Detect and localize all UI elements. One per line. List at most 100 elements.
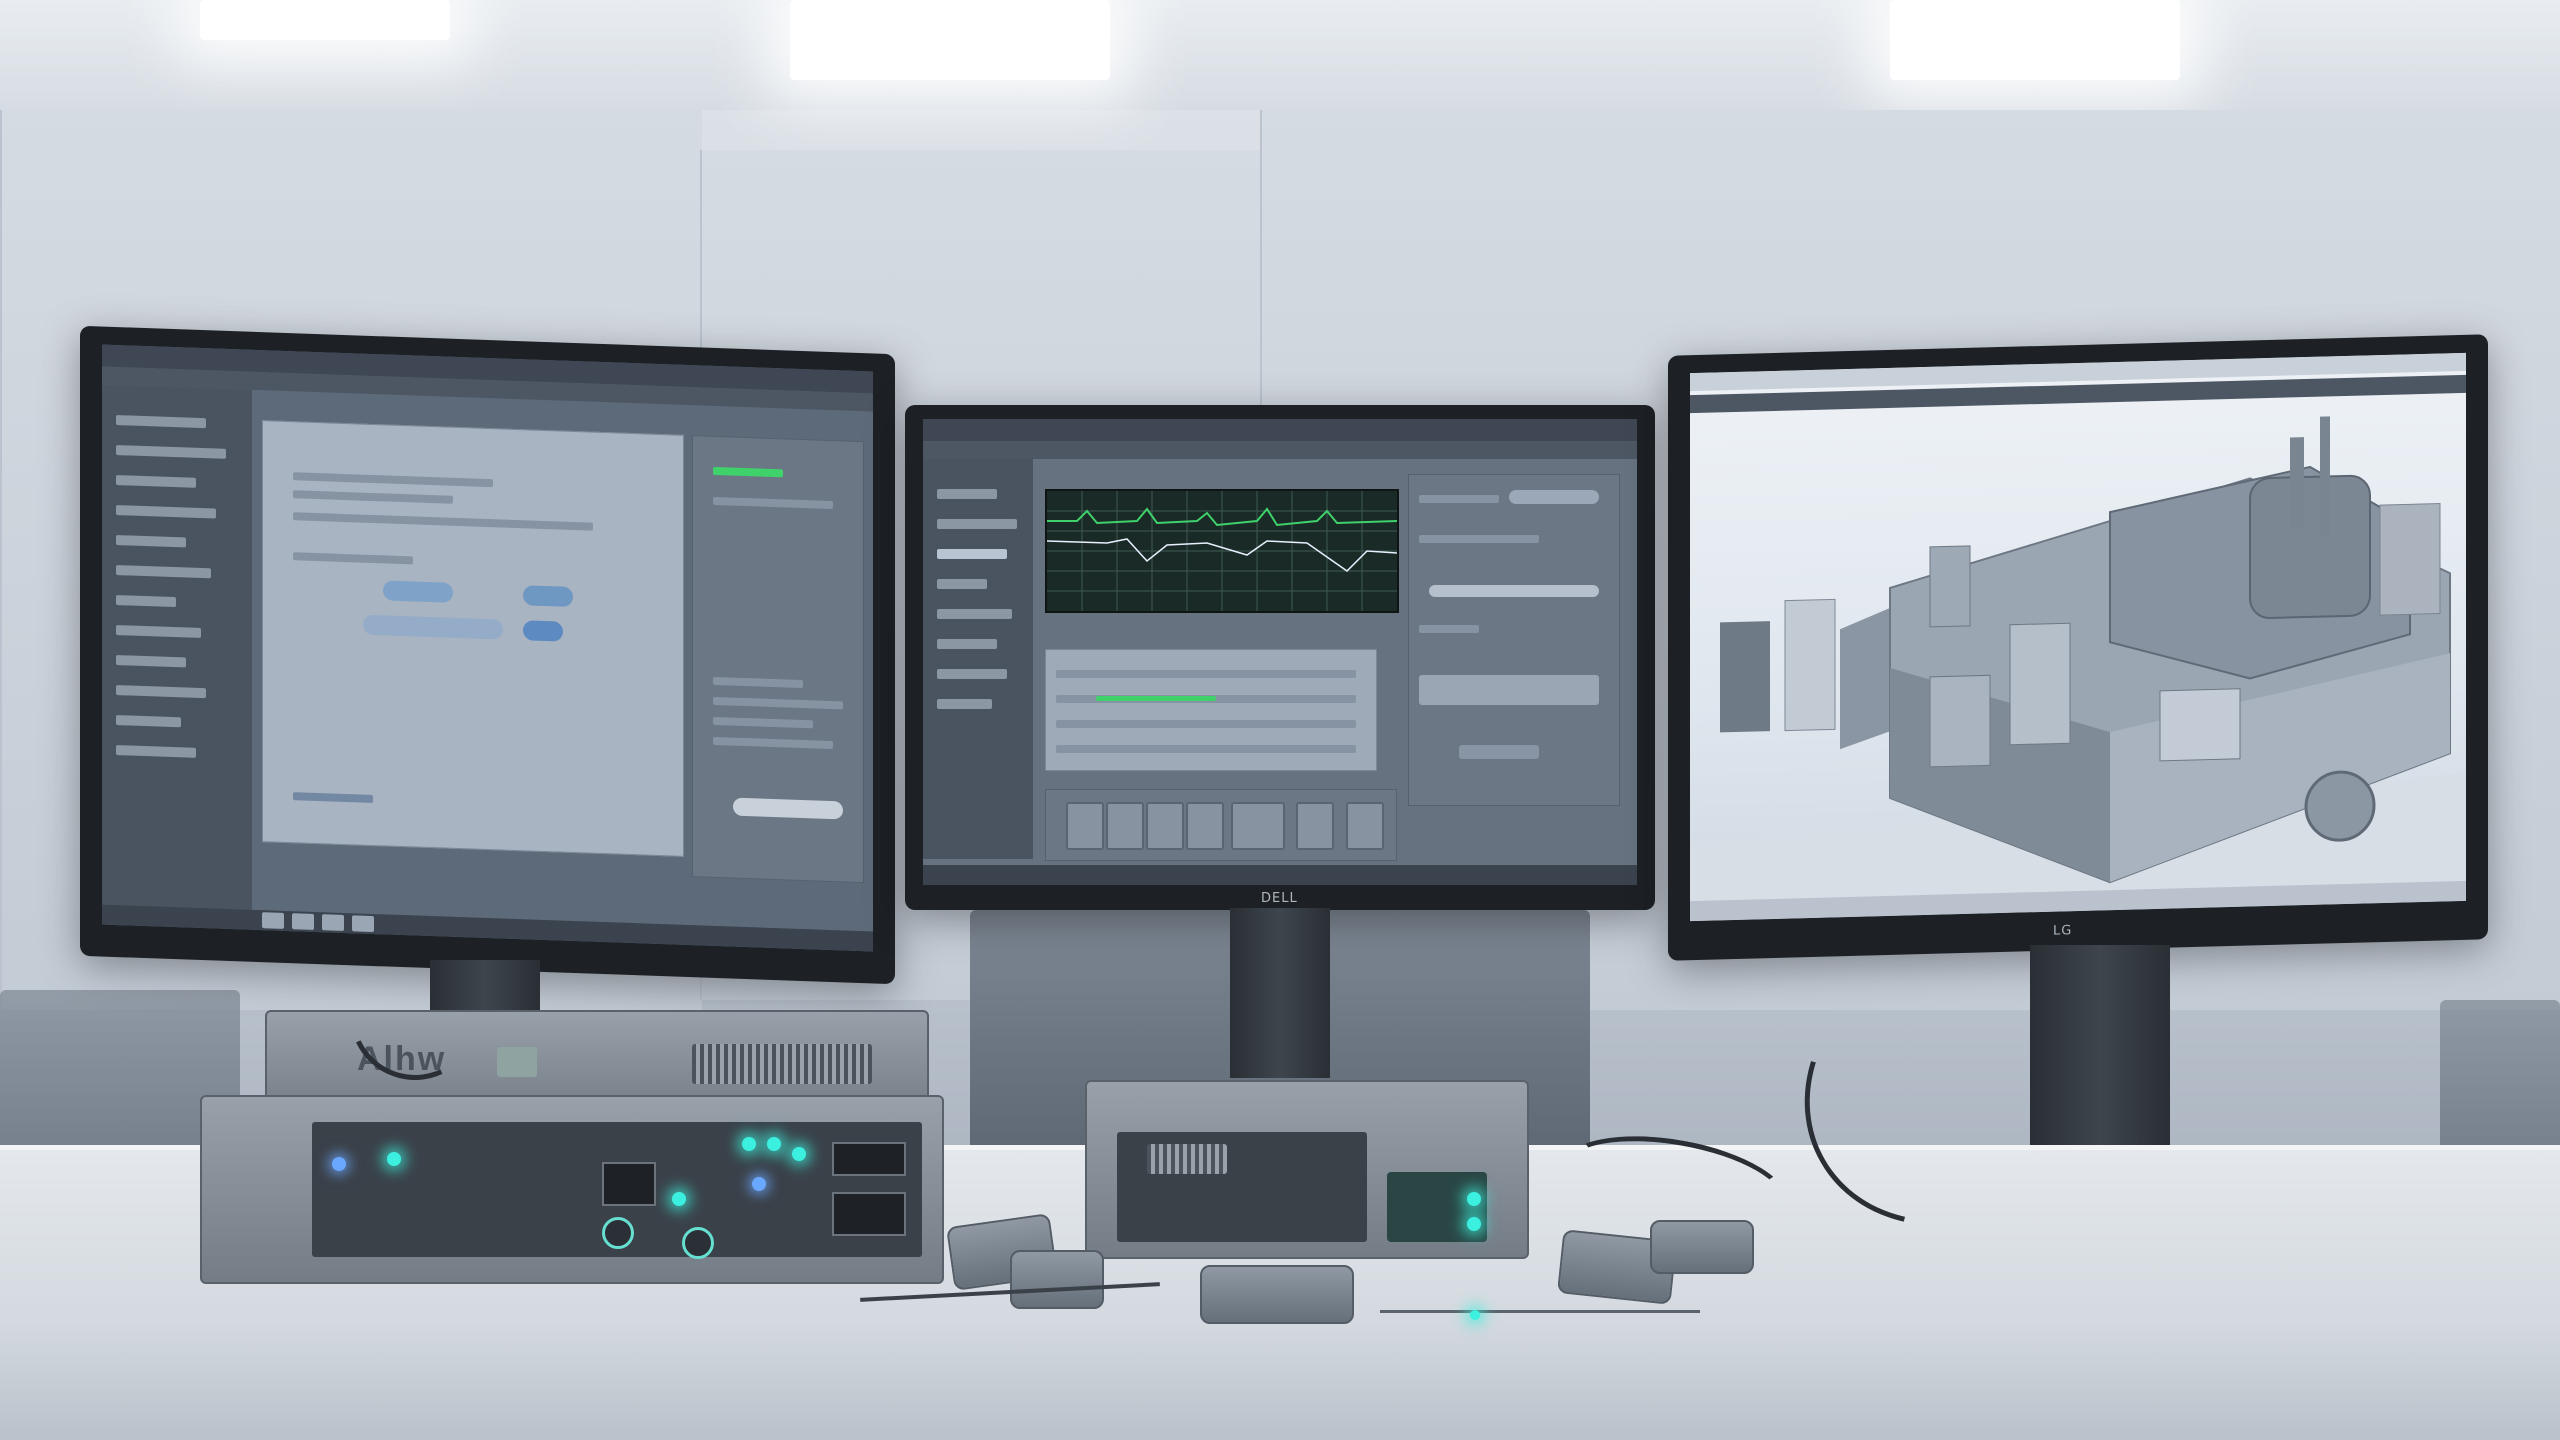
- text-line: [713, 716, 813, 729]
- monitor-right-screen: [1690, 352, 2466, 922]
- taskbar: [923, 865, 1637, 885]
- cable-wire: [1380, 1310, 1700, 1313]
- title-bar: [102, 344, 873, 394]
- ceiling-light-left: [200, 0, 450, 40]
- status-led: [742, 1137, 756, 1151]
- sidebar-item[interactable]: [116, 505, 216, 519]
- text-line: [1419, 535, 1539, 543]
- status-led: [767, 1137, 781, 1151]
- sidebar-item[interactable]: [116, 445, 226, 459]
- monitor-right: LG: [1668, 334, 2488, 961]
- sidebar-item[interactable]: [116, 535, 186, 548]
- text-line: [293, 490, 453, 504]
- vent-grille: [1147, 1144, 1227, 1174]
- taskbar-icon[interactable]: [352, 915, 374, 933]
- sidebar-item[interactable]: [116, 415, 206, 429]
- status-led: [752, 1177, 766, 1191]
- waveform-chart: [1046, 491, 1398, 611]
- sidebar-item[interactable]: [937, 669, 1007, 679]
- sidebar-item[interactable]: [116, 715, 181, 728]
- track-row: [1056, 720, 1356, 728]
- bezel-logo: DELL: [1261, 891, 1298, 906]
- vent-grille: [692, 1044, 872, 1084]
- sidebar-item[interactable]: [937, 549, 1007, 559]
- sidebar: [102, 384, 252, 910]
- text-line: [713, 696, 843, 710]
- progress-indicator: [713, 466, 783, 478]
- status-window: [497, 1047, 537, 1077]
- text-line: [1419, 495, 1499, 503]
- title-bar: [923, 419, 1637, 459]
- setting-field[interactable]: [1419, 675, 1599, 705]
- thumbnail[interactable]: [1146, 802, 1184, 850]
- cad-3d-model-view: [1690, 416, 2466, 914]
- form-button[interactable]: [523, 620, 563, 642]
- background-cabinet: [2440, 1000, 2560, 1160]
- sidebar: [923, 459, 1033, 859]
- panel-button[interactable]: [1459, 745, 1539, 759]
- status-led: [672, 1192, 686, 1206]
- electronic-component: [1650, 1220, 1754, 1274]
- status-led: [332, 1157, 346, 1171]
- thumbnail-strip: [1045, 789, 1397, 861]
- text-line: [293, 792, 373, 804]
- thumbnail[interactable]: [1296, 802, 1334, 850]
- lab-scene: DELL LG Alhw: [0, 0, 2560, 1440]
- sidebar-item[interactable]: [937, 519, 1017, 529]
- taskbar-icon[interactable]: [262, 912, 284, 929]
- control-knob[interactable]: [602, 1217, 634, 1249]
- monitor-center-screen: [923, 419, 1637, 885]
- taskbar-icon[interactable]: [292, 913, 314, 930]
- text-line: [293, 512, 593, 531]
- slider[interactable]: [1429, 585, 1599, 597]
- panel-button[interactable]: [733, 797, 843, 820]
- monitor-center: DELL: [905, 405, 1655, 910]
- bezel-logo: LG: [2053, 923, 2073, 939]
- thumbnail[interactable]: [1066, 802, 1104, 850]
- control-knob[interactable]: [682, 1227, 714, 1259]
- monitor-left-screen: [102, 344, 873, 952]
- electronic-component: [1200, 1265, 1354, 1324]
- ceiling-light-center: [790, 0, 1110, 80]
- document-pane: [262, 420, 684, 857]
- thumbnail[interactable]: [1106, 802, 1144, 850]
- monitor-left: [80, 325, 895, 985]
- status-led: [1467, 1192, 1481, 1206]
- taskbar-icon[interactable]: [322, 914, 344, 931]
- thumbnail[interactable]: [1231, 802, 1285, 850]
- timeline-pane: [1045, 649, 1377, 771]
- text-line: [293, 472, 493, 488]
- track-row: [1056, 670, 1356, 678]
- taskbar: [102, 904, 873, 952]
- sidebar-item[interactable]: [116, 475, 196, 488]
- settings-panel: [1408, 474, 1620, 806]
- monitor-center-stand: [1230, 908, 1330, 1078]
- inspector-panel: [692, 435, 864, 884]
- sidebar-item[interactable]: [937, 489, 997, 499]
- sidebar-item[interactable]: [116, 655, 186, 668]
- sidebar-item[interactable]: [116, 685, 206, 699]
- sidebar-item[interactable]: [937, 639, 997, 649]
- sidebar-item[interactable]: [116, 625, 201, 638]
- oscilloscope-display: [1045, 489, 1399, 613]
- form-button[interactable]: [383, 580, 453, 603]
- ceiling-light-right: [1890, 0, 2180, 80]
- sidebar-item[interactable]: [937, 609, 1012, 619]
- form-field[interactable]: [363, 614, 503, 640]
- sidebar-item[interactable]: [116, 595, 176, 608]
- sidebar-item[interactable]: [937, 699, 992, 709]
- sidebar-item[interactable]: [116, 745, 196, 758]
- status-window: [1387, 1172, 1487, 1242]
- thumbnail[interactable]: [1186, 802, 1224, 850]
- track-signal: [1096, 696, 1216, 701]
- setting-field[interactable]: [1509, 490, 1599, 504]
- port-panel: [832, 1142, 906, 1176]
- sidebar-item[interactable]: [116, 565, 211, 579]
- text-line: [293, 552, 413, 565]
- port-panel: [602, 1162, 656, 1206]
- electronic-component: [1010, 1250, 1104, 1309]
- sidebar-item[interactable]: [937, 579, 987, 589]
- thumbnail[interactable]: [1346, 802, 1384, 850]
- indicator-glow: [1470, 1310, 1480, 1320]
- form-button[interactable]: [523, 585, 573, 607]
